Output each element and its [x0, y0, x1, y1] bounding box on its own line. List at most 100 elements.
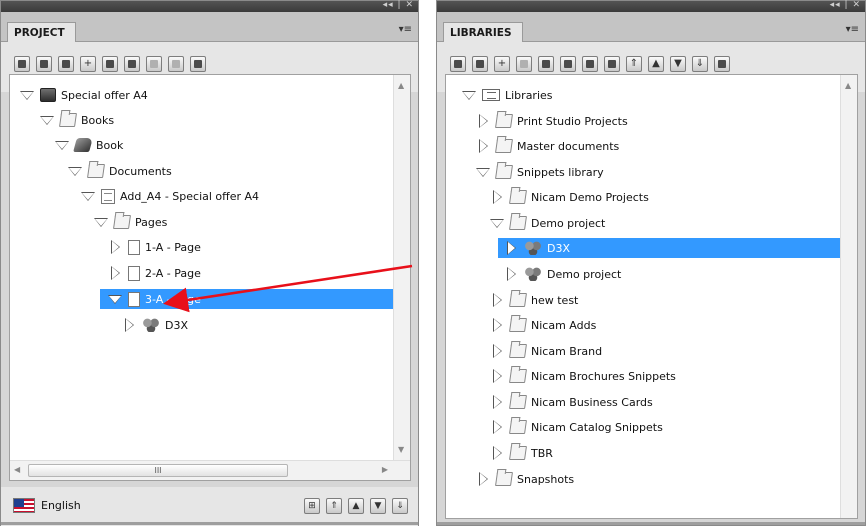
vertical-scrollbar[interactable]: ▲: [840, 75, 857, 518]
horizontal-scrollbar[interactable]: ◀ III ▶: [10, 460, 410, 480]
panel-menu-icon[interactable]: ▾≡: [399, 24, 412, 35]
page-icon-button[interactable]: [146, 56, 162, 72]
tree-item-master-documents[interactable]: Master documents: [476, 136, 619, 156]
move-bottom-icon[interactable]: ⇓: [692, 56, 708, 72]
scroll-left-icon[interactable]: ◀: [14, 465, 20, 474]
tree-item-nicam-demo-projects[interactable]: Nicam Demo Projects: [490, 187, 649, 207]
tree-item-print-studio[interactable]: Print Studio Projects: [476, 111, 628, 131]
tab-project[interactable]: PROJECT: [7, 22, 76, 43]
settings-icon[interactable]: [190, 56, 206, 72]
tree-item-d3x[interactable]: D3X: [122, 315, 188, 335]
expand-triangle-icon[interactable]: [20, 88, 34, 102]
collapse-close-icon[interactable]: ◂◂ | ✕: [830, 0, 861, 10]
tree-item-nicam-adds[interactable]: Nicam Adds: [490, 315, 596, 335]
duplicate-icon[interactable]: [102, 56, 118, 72]
move-down-icon[interactable]: ▼: [670, 56, 686, 72]
scroll-right-icon[interactable]: ▶: [382, 465, 388, 474]
scroll-thumb[interactable]: III: [28, 464, 288, 477]
collapsed-triangle-icon[interactable]: [490, 318, 504, 332]
collapsed-triangle-icon[interactable]: [476, 139, 490, 153]
link-icon[interactable]: [516, 56, 532, 72]
tree-item-tbr[interactable]: TBR: [490, 443, 553, 463]
expand-triangle-icon[interactable]: [40, 113, 54, 127]
tree-item-nicam-brand[interactable]: Nicam Brand: [490, 341, 602, 361]
tree-item-page-1[interactable]: 1-A - Page: [108, 237, 201, 257]
save-icon[interactable]: [36, 56, 52, 72]
page-icon: [128, 239, 140, 255]
tab-libraries[interactable]: LIBRARIES: [443, 22, 523, 43]
tree-item-label: D3X: [165, 318, 189, 332]
tree-item-page-2[interactable]: 2-A - Page: [108, 263, 201, 283]
delete-icon[interactable]: [124, 56, 140, 72]
paste-icon[interactable]: [604, 56, 620, 72]
tree-item-nicam-business-cards[interactable]: Nicam Business Cards: [490, 392, 653, 412]
collapsed-triangle-icon[interactable]: [490, 369, 504, 383]
collapsed-triangle-icon[interactable]: [476, 472, 490, 486]
project-footer: English ⊞ ⇑ ▲ ▼ ⇓: [1, 487, 418, 526]
move-up-icon[interactable]: ▲: [348, 498, 364, 514]
tree-item-page-3[interactable]: 3-A - Page: [100, 289, 395, 309]
save-icon[interactable]: [472, 56, 488, 72]
vertical-scrollbar[interactable]: ▲ ▼: [393, 75, 410, 460]
collapsed-triangle-icon[interactable]: [476, 114, 490, 128]
collapsed-triangle-icon[interactable]: [108, 266, 122, 280]
tree-item-libraries[interactable]: Libraries: [462, 85, 553, 105]
open-icon[interactable]: [14, 56, 30, 72]
expand-triangle-icon[interactable]: [108, 292, 122, 306]
tree-item-d3x[interactable]: D3X: [498, 238, 840, 258]
preview-icon[interactable]: [168, 56, 184, 72]
language-label[interactable]: English: [41, 499, 81, 512]
move-top-icon[interactable]: ⇑: [626, 56, 642, 72]
delete-icon[interactable]: [538, 56, 554, 72]
move-bottom-icon[interactable]: ⇓: [392, 498, 408, 514]
collapsed-triangle-icon[interactable]: [490, 395, 504, 409]
properties-icon[interactable]: [58, 56, 74, 72]
tree-item-nicam-brochures[interactable]: Nicam Brochures Snippets: [490, 366, 676, 386]
tree-item-book[interactable]: Book: [55, 135, 123, 155]
tree-item-demo-project-snippet[interactable]: Demo project: [504, 264, 621, 284]
libraries-tab-strip: LIBRARIES ▾≡: [437, 12, 865, 43]
collapsed-triangle-icon[interactable]: [108, 240, 122, 254]
us-flag-icon[interactable]: [13, 498, 35, 513]
expand-triangle-icon[interactable]: [490, 216, 504, 230]
expand-triangle-icon[interactable]: [55, 138, 69, 152]
open-icon[interactable]: [450, 56, 466, 72]
move-up-icon[interactable]: ▲: [648, 56, 664, 72]
scroll-up-icon[interactable]: ▲: [398, 81, 404, 90]
expand-triangle-icon[interactable]: [462, 88, 476, 102]
collapsed-triangle-icon[interactable]: [504, 241, 518, 255]
collapsed-triangle-icon[interactable]: [504, 267, 518, 281]
insert-icon[interactable]: [560, 56, 576, 72]
collapsed-triangle-icon[interactable]: [490, 190, 504, 204]
collapsed-triangle-icon[interactable]: [490, 420, 504, 434]
tree-item-books[interactable]: Books: [40, 110, 114, 130]
tree-item-snapshots[interactable]: Snapshots: [476, 469, 574, 489]
settings-icon[interactable]: [714, 56, 730, 72]
tree-item-demo-project-folder[interactable]: Demo project: [490, 213, 605, 233]
tree-item-special-offer[interactable]: Special offer A4: [20, 85, 148, 105]
collapsed-triangle-icon[interactable]: [490, 344, 504, 358]
tree-item-document[interactable]: Add_A4 - Special offer A4: [81, 186, 259, 206]
collapsed-triangle-icon[interactable]: [122, 318, 136, 332]
tree-item-hew-test[interactable]: hew test: [490, 290, 578, 310]
tree-item-snippets-library[interactable]: Snippets library: [476, 162, 604, 182]
copy-icon[interactable]: [582, 56, 598, 72]
tree-item-nicam-catalog[interactable]: Nicam Catalog Snippets: [490, 417, 663, 437]
add-icon[interactable]: +: [494, 56, 510, 72]
tree-view-icon[interactable]: ⊞: [304, 498, 320, 514]
tree-item-pages[interactable]: Pages: [94, 212, 167, 232]
collapse-close-icon[interactable]: ◂◂ | ✕: [383, 0, 414, 10]
move-down-icon[interactable]: ▼: [370, 498, 386, 514]
move-top-icon[interactable]: ⇑: [326, 498, 342, 514]
collapsed-triangle-icon[interactable]: [490, 293, 504, 307]
expand-triangle-icon[interactable]: [94, 215, 108, 229]
expand-triangle-icon[interactable]: [68, 164, 82, 178]
expand-triangle-icon[interactable]: [476, 165, 490, 179]
expand-triangle-icon[interactable]: [81, 189, 95, 203]
add-icon[interactable]: +: [80, 56, 96, 72]
tree-item-documents[interactable]: Documents: [68, 161, 172, 181]
panel-menu-icon[interactable]: ▾≡: [846, 24, 859, 35]
scroll-up-icon[interactable]: ▲: [845, 81, 851, 90]
scroll-down-icon[interactable]: ▼: [398, 445, 404, 454]
collapsed-triangle-icon[interactable]: [490, 446, 504, 460]
